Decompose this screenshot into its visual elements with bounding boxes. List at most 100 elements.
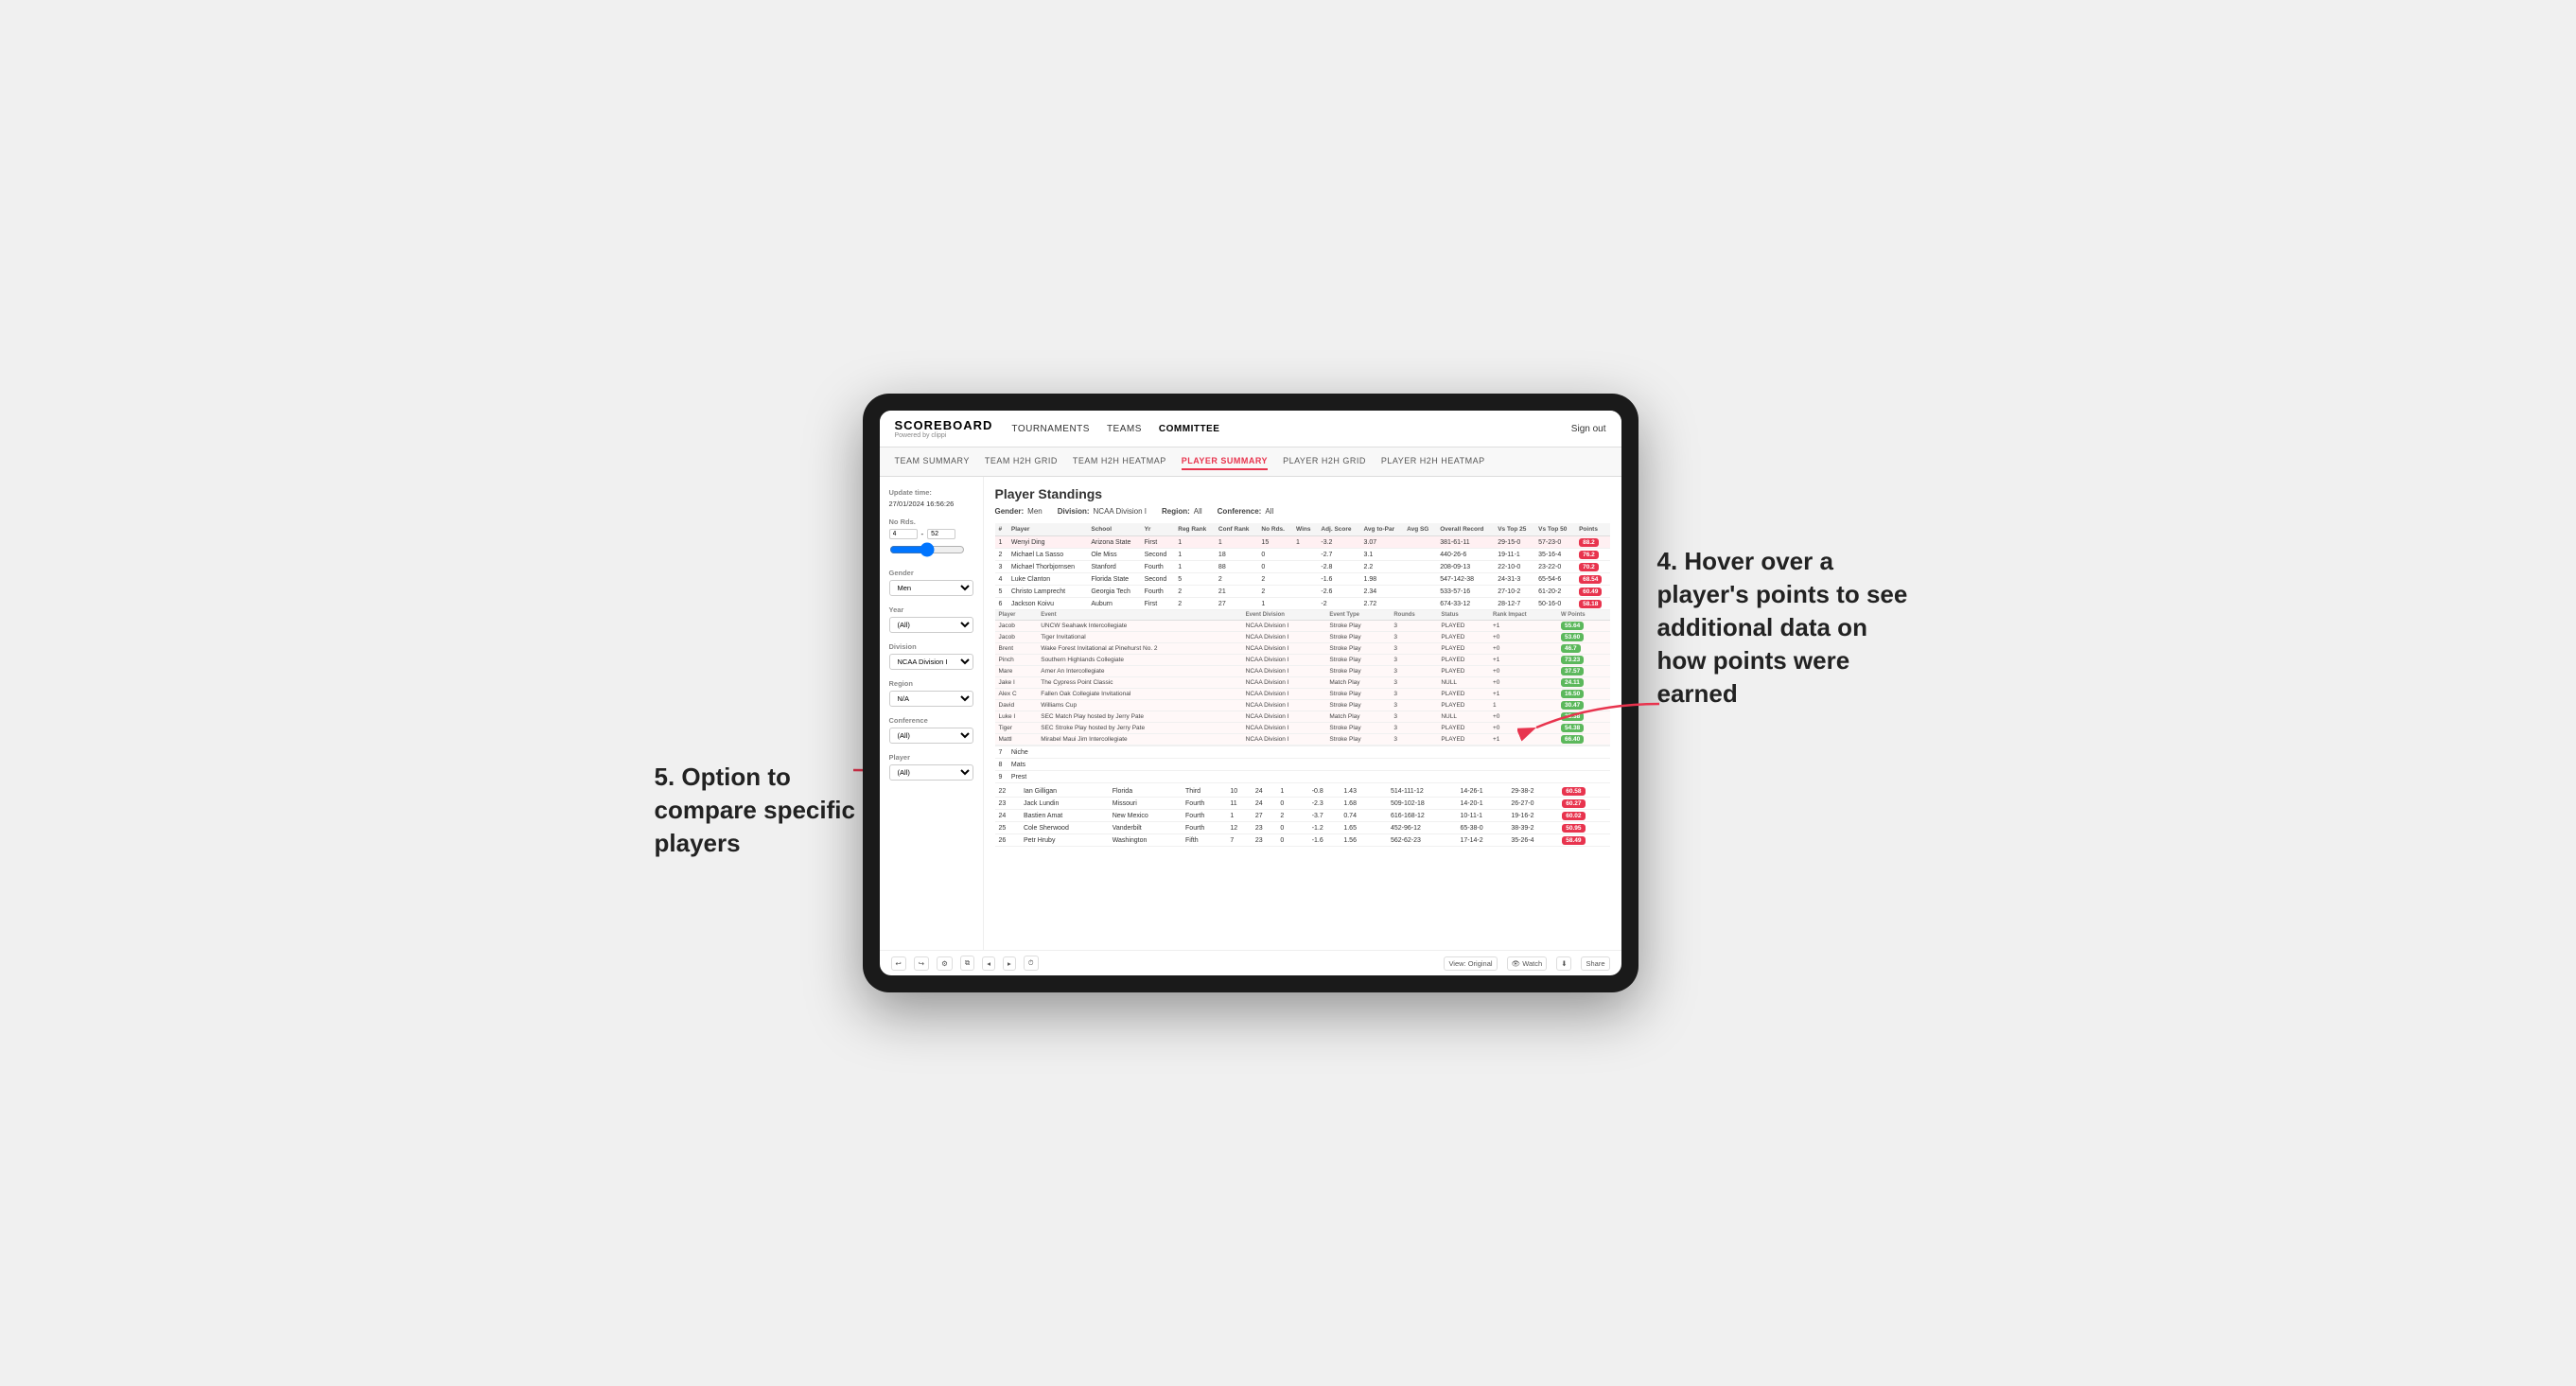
points-badge[interactable]: 88.2 — [1579, 538, 1599, 547]
w-points-badge[interactable]: 30.47 — [1561, 701, 1584, 710]
logo-area: SCOREBOARD Powered by clippi — [895, 418, 993, 439]
table-row: 9Prest — [995, 771, 1610, 783]
undo-button[interactable]: ↩ — [891, 956, 906, 971]
table-row: 1Wenyi DingArizona StateFirst11151-3.23.… — [995, 536, 1610, 549]
table-row: 3Michael ThorbjornsenStanfordFourth1880-… — [995, 561, 1610, 573]
filter-region: Region: All — [1162, 507, 1202, 516]
points-badge[interactable]: 68.54 — [1579, 575, 1602, 584]
w-points-badge[interactable]: 53.60 — [1561, 633, 1584, 641]
col-overall-record: Overall Record — [1436, 523, 1494, 536]
player-label: Player — [889, 753, 973, 762]
copy-button[interactable]: ⧉ — [960, 956, 974, 971]
col-reg-rank: Reg Rank — [1174, 523, 1215, 536]
sub-nav-player-h2h-grid[interactable]: PLAYER H2H GRID — [1283, 453, 1366, 470]
gender-label: Gender — [889, 569, 973, 577]
w-points-badge[interactable]: 37.57 — [1561, 667, 1584, 675]
bottom-toolbar: ↩ ↪ ⚙ ⧉ ◂ ▸ ⏱ View: Original 👁 Watch ⬇ S… — [880, 950, 1621, 975]
download-button[interactable]: ⬇ — [1556, 956, 1571, 971]
player-select[interactable]: (All) — [889, 764, 973, 781]
table-row: 4Luke ClantonFlorida StateSecond522-1.61… — [995, 573, 1610, 586]
col-num: # — [995, 523, 1008, 536]
w-points-badge[interactable]: 66.40 — [1561, 735, 1584, 744]
nav-committee[interactable]: COMMITTEE — [1159, 420, 1220, 438]
lower-points-badge[interactable]: 58.49 — [1562, 836, 1585, 845]
lower-table-row: 25Cole SherwoodVanderbiltFourth12230-1.2… — [995, 822, 1610, 834]
annotation-bottom-left: 5. Option to compare specific players — [655, 761, 882, 860]
logo-sub: Powered by clippi — [895, 432, 993, 439]
no-rds-max[interactable] — [927, 529, 955, 539]
year-label: Year — [889, 605, 973, 614]
division-label: Division — [889, 642, 973, 651]
nav-left: SCOREBOARD Powered by clippi TOURNAMENTS… — [895, 418, 1220, 439]
col-yr: Yr — [1141, 523, 1175, 536]
lower-points-badge[interactable]: 60.27 — [1562, 799, 1585, 808]
w-points-badge[interactable]: 24.11 — [1561, 678, 1584, 687]
sub-nav-team-h2h-grid[interactable]: TEAM H2H GRID — [985, 453, 1058, 470]
division-select[interactable]: NCAA Division I — [889, 654, 973, 670]
nav-next[interactable]: ▸ — [1003, 956, 1016, 971]
popup-table-row: Jake IThe Cypress Point ClassicNCAA Divi… — [995, 677, 1610, 689]
col-avg-sg: Avg SG — [1403, 523, 1436, 536]
w-points-badge[interactable]: 16.50 — [1561, 690, 1584, 698]
gender-select[interactable]: Men — [889, 580, 973, 596]
ipad-screen: SCOREBOARD Powered by clippi TOURNAMENTS… — [880, 411, 1621, 975]
points-badge[interactable]: 58.18 — [1579, 600, 1602, 608]
popup-table-row: MareAmer An IntercollegiateNCAA Division… — [995, 666, 1610, 677]
sub-nav-team-summary[interactable]: TEAM SUMMARY — [895, 453, 970, 470]
conference-select[interactable]: (All) — [889, 728, 973, 744]
toolbar-right: View: Original 👁 Watch ⬇ Share — [1444, 956, 1609, 971]
w-points-badge[interactable]: 54.38 — [1561, 724, 1584, 732]
filter-conference: Conference: All — [1218, 507, 1274, 516]
logo-title: SCOREBOARD — [895, 418, 993, 432]
popup-table-row: DavidWilliams CupNCAA Division IStroke P… — [995, 700, 1610, 711]
sub-nav-team-h2h-heatmap[interactable]: TEAM H2H HEATMAP — [1073, 453, 1166, 470]
points-badge[interactable]: 70.2 — [1579, 563, 1599, 571]
conference-section: Conference (All) — [889, 716, 973, 744]
sign-out-link[interactable]: Sign out — [1571, 424, 1606, 434]
redo-button[interactable]: ↪ — [914, 956, 929, 971]
w-points-badge[interactable]: 25.38 — [1561, 712, 1584, 721]
col-points: Points — [1575, 523, 1609, 536]
ipad-frame: SCOREBOARD Powered by clippi TOURNAMENTS… — [863, 394, 1638, 992]
lower-table-row: 23Jack LundinMissouriFourth11240-2.31.68… — [995, 798, 1610, 810]
popup-table-row: MattlMirabel Maui Jim IntercollegiateNCA… — [995, 734, 1610, 746]
table-header-row: # Player School Yr Reg Rank Conf Rank No… — [995, 523, 1610, 536]
lower-points-badge[interactable]: 60.02 — [1562, 812, 1585, 820]
year-select[interactable]: (All) — [889, 617, 973, 633]
lower-table-body: 22Ian GilliganFloridaThird10241-0.81.435… — [995, 785, 1610, 847]
nav-tournaments[interactable]: TOURNAMENTS — [1011, 420, 1090, 438]
sub-nav-player-summary[interactable]: PLAYER SUMMARY — [1182, 453, 1268, 470]
w-points-badge[interactable]: 73.23 — [1561, 656, 1584, 664]
settings-button[interactable]: ⚙ — [937, 956, 953, 971]
lower-points-badge[interactable]: 50.95 — [1562, 824, 1585, 833]
watch-button[interactable]: 👁 Watch — [1507, 956, 1548, 971]
w-points-badge[interactable]: 55.64 — [1561, 622, 1584, 630]
points-badge[interactable]: 76.2 — [1579, 551, 1599, 559]
table-row: 7Niche — [995, 746, 1610, 759]
table-body: 1Wenyi DingArizona StateFirst11151-3.23.… — [995, 536, 1610, 783]
w-points-badge[interactable]: 46.7 — [1561, 644, 1581, 653]
eye-icon: 👁 — [1512, 959, 1521, 968]
sidebar: Update time: 27/01/2024 16:56:26 No Rds.… — [880, 477, 984, 950]
no-rds-label: No Rds. — [889, 518, 973, 526]
points-badge[interactable]: 60.49 — [1579, 588, 1602, 596]
sub-nav-player-h2h-heatmap[interactable]: PLAYER H2H HEATMAP — [1381, 453, 1485, 470]
no-rds-slider[interactable] — [889, 542, 965, 557]
nav-teams[interactable]: TEAMS — [1107, 420, 1142, 438]
year-section: Year (All) — [889, 605, 973, 633]
toolbar-left: ↩ ↪ ⚙ ⧉ ◂ ▸ ⏱ — [891, 956, 1039, 971]
region-select[interactable]: N/A — [889, 691, 973, 707]
popup-table-row: JacobUNCW Seahawk IntercollegiateNCAA Di… — [995, 621, 1610, 632]
region-section: Region N/A — [889, 679, 973, 707]
no-rds-section: No Rds. - — [889, 518, 973, 559]
update-time-value: 27/01/2024 16:56:26 — [889, 500, 973, 508]
nav-prev[interactable]: ◂ — [982, 956, 995, 971]
share-button[interactable]: Share — [1581, 956, 1609, 971]
view-original-button[interactable]: View: Original — [1444, 956, 1497, 971]
content-area: Player Standings Gender: Men Division: N… — [984, 477, 1621, 950]
popup-table-row: TigerSEC Stroke Play hosted by Jerry Pat… — [995, 723, 1610, 734]
lower-points-badge[interactable]: 60.58 — [1562, 787, 1585, 796]
popup-table: PlayerEventEvent DivisionEvent TypeRound… — [995, 610, 1610, 746]
timer-button[interactable]: ⏱ — [1024, 956, 1039, 971]
no-rds-min[interactable] — [889, 529, 918, 539]
